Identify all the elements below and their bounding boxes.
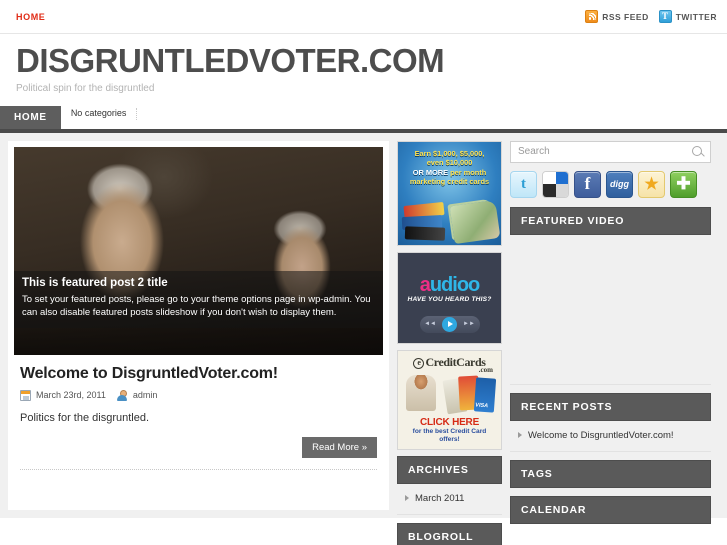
read-more-button[interactable]: Read More » bbox=[302, 436, 377, 458]
credit-cards-graphic bbox=[401, 201, 454, 241]
delicious-share-button[interactable] bbox=[542, 170, 569, 198]
top-navigation: HOME bbox=[16, 12, 45, 22]
rss-feed-link[interactable]: RSS FEED bbox=[585, 10, 649, 23]
social-share-row: t f digg ★ ✚ bbox=[510, 170, 711, 198]
widget-recent-posts: RECENT POSTS Welcome to DisgruntledVoter… bbox=[510, 392, 711, 452]
archives-item-label: March 2011 bbox=[415, 492, 465, 504]
ad-model-photo bbox=[406, 374, 436, 411]
featured-video-body bbox=[510, 235, 711, 385]
ecreditcards-dotcom: .com bbox=[478, 365, 493, 374]
rss-icon bbox=[585, 10, 599, 23]
content-wrapper: This is featured post 2 title To set you… bbox=[0, 132, 727, 545]
ad-line-3: OR MORE per month bbox=[398, 168, 501, 177]
ecreditcards-logo-text: CreditCards bbox=[425, 354, 486, 369]
ad-audioo[interactable]: audioo HAVE YOU HEARD THIS? ◄◄ ►► bbox=[397, 251, 502, 344]
digg-share-button[interactable]: digg bbox=[606, 170, 633, 198]
featured-video-heading: FEATURED VIDEO bbox=[510, 206, 711, 235]
cta-sub-1: for the best Credit Card bbox=[412, 428, 487, 436]
search-widget bbox=[510, 140, 711, 163]
add-share-button[interactable]: ✚ bbox=[670, 170, 697, 198]
main-column: This is featured post 2 title To set you… bbox=[8, 140, 389, 510]
chevron-right-icon bbox=[518, 432, 522, 439]
post-author: admin bbox=[132, 390, 158, 401]
widget-featured-video: FEATURED VIDEO bbox=[510, 206, 711, 385]
post-excerpt: Politics for the disgruntled. bbox=[20, 411, 150, 424]
ad-ecreditcards[interactable]: eCreditCards .com CLICK HERE for the bes… bbox=[397, 349, 502, 450]
audio-player-control[interactable]: ◄◄ ►► bbox=[419, 315, 480, 333]
page-root: HOME RSS FEED t TWITTER DISGRUNTLEDVOTER… bbox=[0, 0, 727, 545]
audioo-logo-rest: udioo bbox=[429, 273, 480, 296]
calendar-heading: CALENDAR bbox=[510, 495, 711, 524]
nav-tab-home[interactable]: HOME bbox=[0, 105, 61, 129]
ad-line-2: even $10,000 bbox=[426, 158, 473, 168]
cash-graphic bbox=[449, 199, 501, 244]
ecreditcards-cta: CLICK HERE for the best Credit Card offe… bbox=[398, 415, 501, 445]
archives-item-march-2011[interactable]: March 2011 bbox=[401, 491, 498, 506]
next-track-icon: ►► bbox=[463, 321, 475, 328]
ad-marketing-credit-cards-text: Earn $1,000, $5,000, even $10,000 OR MOR… bbox=[398, 149, 501, 187]
post-date: March 23rd, 2011 bbox=[36, 390, 106, 401]
top-nav-item-home[interactable]: HOME bbox=[16, 12, 45, 22]
play-icon bbox=[442, 316, 457, 332]
post-title-link[interactable]: Welcome to DisgruntledVoter.com! bbox=[20, 365, 377, 383]
ad-line-3b: per month bbox=[450, 167, 487, 177]
calendar-icon bbox=[20, 389, 31, 401]
audioo-tagline: HAVE YOU HEARD THIS? bbox=[407, 295, 492, 303]
audioo-logo-a: a bbox=[419, 273, 431, 296]
twitter-icon: t bbox=[658, 10, 672, 23]
recent-posts-body: Welcome to DisgruntledVoter.com! bbox=[510, 421, 711, 452]
ad-marketing-credit-cards[interactable]: Earn $1,000, $5,000, even $10,000 OR MOR… bbox=[397, 140, 502, 246]
featured-post-caption: This is featured post 2 title To set you… bbox=[14, 270, 383, 329]
twitter-share-button[interactable]: t bbox=[510, 170, 537, 198]
prev-track-icon: ◄◄ bbox=[424, 321, 436, 328]
nav-categories-label: No categories bbox=[61, 107, 138, 120]
widget-blogroll: BLOGROLL bbox=[397, 522, 502, 545]
twitter-label: TWITTER bbox=[675, 11, 717, 22]
post-actions: Read More » bbox=[20, 436, 377, 458]
favorites-button[interactable]: ★ bbox=[638, 170, 665, 198]
site-tagline: Political spin for the disgruntled bbox=[16, 82, 155, 94]
recent-posts-heading: RECENT POSTS bbox=[510, 392, 711, 421]
sidebar: t f digg ★ ✚ FEATURED VIDEO RECENT POSTS… bbox=[510, 140, 711, 524]
user-icon bbox=[117, 389, 128, 401]
post-divider bbox=[20, 468, 377, 470]
blogroll-heading: BLOGROLL bbox=[397, 522, 502, 545]
main-navigation: HOME No categories bbox=[0, 105, 727, 133]
search-input[interactable] bbox=[510, 140, 711, 163]
cta-headline: CLICK HERE bbox=[419, 417, 480, 429]
top-bar: HOME RSS FEED t TWITTER bbox=[0, 0, 727, 34]
masthead: DISGRUNTLEDVOTER.COM Political spin for … bbox=[0, 34, 727, 106]
tags-heading: TAGS bbox=[510, 459, 711, 488]
recent-post-label: Welcome to DisgruntledVoter.com! bbox=[528, 429, 674, 441]
ad-line-3a: OR MORE bbox=[412, 167, 449, 177]
cta-sub-2: offers! bbox=[439, 436, 460, 444]
advertisement-column: Earn $1,000, $5,000, even $10,000 OR MOR… bbox=[397, 140, 502, 545]
post-meta: March 23rd, 2011 admin bbox=[20, 389, 377, 401]
rss-feed-label: RSS FEED bbox=[602, 11, 649, 22]
ad-line-4: marketing credit cards bbox=[409, 177, 490, 187]
ad-line-1: Earn $1,000, $5,000, bbox=[414, 148, 485, 158]
widget-calendar: CALENDAR bbox=[510, 495, 711, 524]
archives-heading: ARCHIVES bbox=[397, 455, 502, 484]
featured-post-slideshow[interactable]: This is featured post 2 title To set you… bbox=[14, 146, 383, 355]
archives-body: March 2011 bbox=[397, 484, 502, 515]
top-bar-social-links: RSS FEED t TWITTER bbox=[585, 10, 717, 23]
audioo-logo: audioo bbox=[398, 275, 501, 295]
facebook-share-button[interactable]: f bbox=[574, 170, 601, 198]
chevron-right-icon bbox=[405, 495, 409, 502]
widget-archives: ARCHIVES March 2011 bbox=[397, 455, 502, 515]
featured-post-text: To set your featured posts, please go to… bbox=[22, 293, 371, 319]
widget-tags: TAGS bbox=[510, 459, 711, 488]
post-entry: Welcome to DisgruntledVoter.com! March 2… bbox=[14, 355, 383, 470]
recent-post-item[interactable]: Welcome to DisgruntledVoter.com! bbox=[514, 428, 707, 443]
search-icon[interactable] bbox=[691, 145, 705, 159]
ecreditcards-logo-e: e bbox=[413, 357, 425, 369]
twitter-link[interactable]: t TWITTER bbox=[658, 10, 717, 23]
ad-cards-graphic bbox=[442, 375, 497, 415]
site-title[interactable]: DISGRUNTLEDVOTER.COM bbox=[16, 43, 711, 79]
featured-post-title: This is featured post 2 title bbox=[22, 276, 168, 289]
